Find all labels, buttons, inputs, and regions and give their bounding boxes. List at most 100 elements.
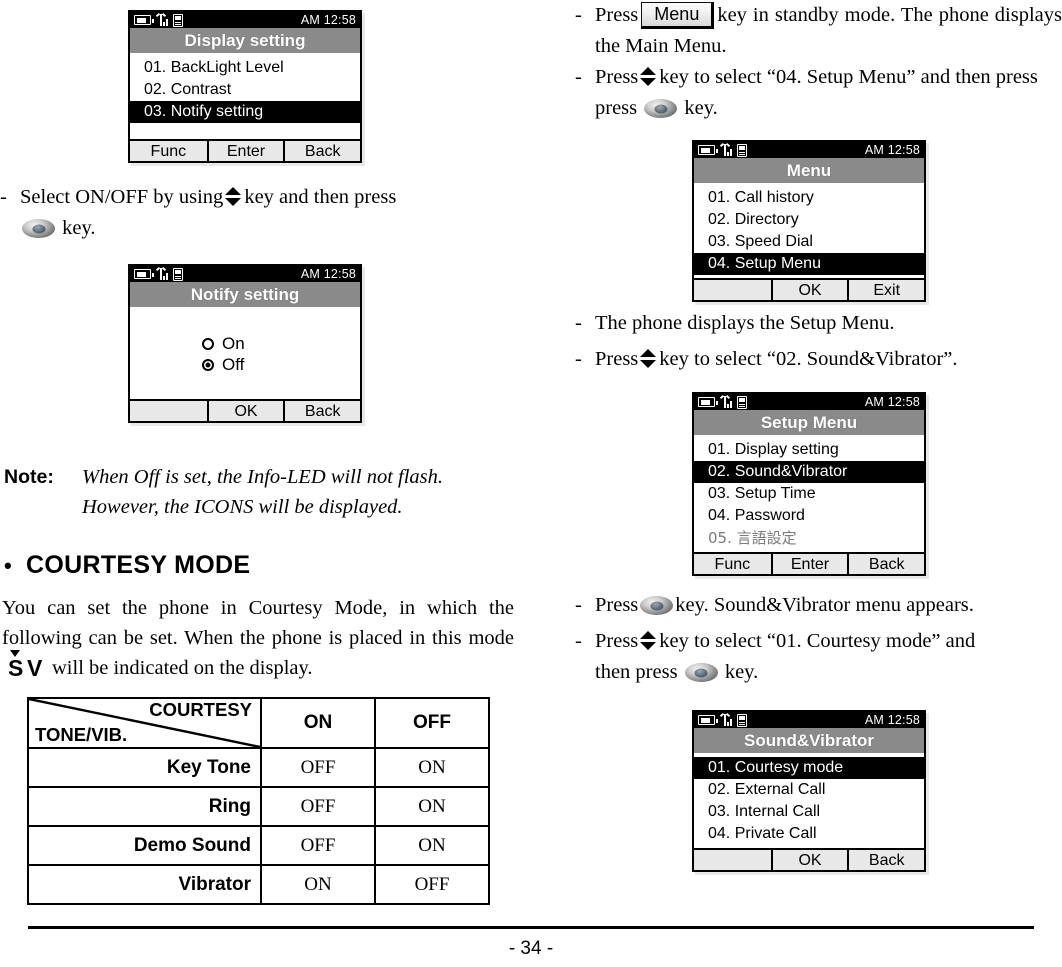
softkey-ok[interactable]: OK	[206, 401, 284, 421]
menu-key-button[interactable]: Menu	[641, 2, 715, 29]
list-item[interactable]: 01. Display setting	[694, 439, 924, 461]
step-press-menu: - Press Menu key in standby mode. The phon…	[575, 0, 1062, 62]
list-item[interactable]: 02. Contrast	[130, 79, 360, 101]
radio-option-off[interactable]: Off	[130, 354, 360, 375]
softkey-ok[interactable]: OK	[770, 280, 848, 300]
right-column: - Press Menu key in standby mode. The phon…	[575, 0, 1062, 910]
list-item[interactable]: 03. Setup Time	[694, 483, 924, 505]
lcd-status-bar: AM 12:58	[694, 712, 924, 728]
table-row: Vibrator ON OFF	[27, 864, 490, 905]
softkey-enter[interactable]: Enter	[206, 141, 284, 161]
section-heading-courtesy-mode: • COURTESY MODE	[4, 551, 250, 580]
table-col-header-off: OFF	[374, 697, 490, 749]
list-item-selected[interactable]: 01. Courtesy mode	[694, 757, 924, 779]
step-text: key.	[724, 661, 759, 683]
lcd-menu-list: 01. Call history 02. Directory 03. Speed…	[694, 183, 924, 278]
footer-divider	[28, 926, 1034, 929]
step-select-courtesy-mode-line2: then press key.	[575, 657, 1062, 688]
ok-key-icon[interactable]	[644, 99, 678, 118]
paragraph-text-b: will be indicated on the display.	[52, 657, 313, 679]
signal-icon	[155, 12, 169, 26]
lcd-menu-list: 01. Display setting 02. Sound&Vibrator 0…	[694, 435, 924, 552]
radio-label: Off	[222, 355, 245, 374]
softkey-empty	[694, 280, 771, 300]
list-item[interactable]: 04. Private Call	[694, 823, 924, 845]
step-text: key.	[62, 217, 96, 239]
signal-icon	[719, 712, 733, 726]
table-row-label: Ring	[27, 786, 262, 827]
radio-option-on[interactable]: On	[130, 333, 360, 354]
note-block: Note: When Off is set, the Info-LED will…	[4, 462, 514, 522]
lcd-clock: AM 12:58	[864, 143, 920, 157]
step-text-partial: key to select “01. Courtesy mode” and	[659, 630, 976, 652]
step-text: Press	[595, 594, 639, 616]
up-down-key-icon[interactable]	[640, 631, 657, 650]
glyph-s: S	[8, 655, 24, 681]
softkey-func[interactable]: Func	[130, 141, 207, 161]
up-down-key-icon[interactable]	[640, 67, 657, 86]
step-text: The phone displays the Setup Menu.	[595, 312, 895, 334]
table-cell: OFF	[260, 786, 376, 827]
lcd-menu-list: 01. BackLight Level 02. Contrast 03. Not…	[130, 53, 360, 139]
softkey-ok[interactable]: OK	[770, 850, 848, 870]
table-header-row: COURTESY TONE/VIB. ON OFF	[27, 697, 490, 749]
softkey-back[interactable]: Back	[847, 554, 924, 574]
step-select-sound-vibrator: - Press key to select “02. Sound&Vibrator…	[575, 344, 1062, 375]
lcd-sound-vibrator: AM 12:58 Sound&Vibrator 01. Courtesy mod…	[692, 710, 926, 872]
up-down-key-icon[interactable]	[225, 187, 242, 206]
step-phone-displays-setup: - The phone displays the Setup Menu.	[575, 308, 1062, 339]
list-item[interactable]: 03. Internal Call	[694, 801, 924, 823]
step-text: key to select “04. Setup Menu” and then …	[659, 66, 1038, 88]
softkey-back[interactable]: Back	[283, 401, 360, 421]
section-paragraph: You can set the phone in Courtesy Mode, …	[2, 593, 514, 683]
step-text: key. Sound&Vibrator menu appears.	[675, 594, 974, 616]
note-body: When Off is set, the Info-LED will not f…	[82, 462, 514, 522]
list-filler	[130, 123, 360, 136]
step-select-setup-menu-line2: Press press key.	[575, 93, 1062, 124]
step-sound-menu-appears: - Press key. Sound&Vibrator menu appears.	[575, 590, 1062, 621]
radio-unchecked-icon	[202, 337, 214, 350]
bullet-icon: •	[4, 552, 13, 578]
lcd-title: Menu	[694, 158, 924, 183]
lcd-softkey-bar: OK Exit	[694, 278, 924, 300]
softkey-func[interactable]: Func	[694, 554, 771, 574]
battery-icon	[698, 145, 718, 155]
lcd-softkey-bar: OK Back	[130, 399, 360, 421]
list-item[interactable]: 04. Password	[694, 505, 924, 527]
signal-icon	[155, 266, 169, 280]
step-text: key and then press	[244, 186, 397, 208]
ok-key-icon[interactable]	[684, 663, 718, 682]
list-item[interactable]: 01. BackLight Level	[130, 57, 360, 79]
step-dash: -	[575, 630, 582, 652]
list-item-selected[interactable]: 02. Sound&Vibrator	[694, 461, 924, 483]
list-item[interactable]: 05. 言語設定	[694, 527, 924, 549]
softkey-enter[interactable]: Enter	[770, 554, 848, 574]
step-select-onoff: - Select ON/OFF by using key and then pre…	[0, 182, 514, 213]
softkey-exit[interactable]: Exit	[847, 280, 924, 300]
list-item[interactable]: 02. External Call	[694, 779, 924, 801]
up-down-key-icon[interactable]	[640, 349, 657, 368]
courtesy-settings-table: COURTESY TONE/VIB. ON OFF Key Tone OFF O…	[27, 697, 490, 905]
lcd-clock: AM 12:58	[300, 13, 356, 27]
step-dash: -	[575, 594, 582, 616]
softkey-back[interactable]: Back	[283, 141, 360, 161]
table-cell: OFF	[260, 747, 376, 788]
list-item-selected[interactable]: 03. Notify setting	[130, 101, 360, 123]
list-item[interactable]: 03. Speed Dial	[694, 231, 924, 253]
softkey-back[interactable]: Back	[847, 850, 924, 870]
battery-icon	[134, 269, 154, 279]
step-text: key to select “02. Sound&Vibrator”.	[659, 348, 958, 370]
step-dash: -	[575, 66, 582, 88]
ok-key-icon[interactable]	[22, 219, 55, 238]
ok-key-icon[interactable]	[640, 596, 674, 615]
table-cell: ON	[374, 825, 490, 866]
list-item-selected[interactable]: 04. Setup Menu	[694, 253, 924, 275]
list-item[interactable]: 01. Call history	[694, 187, 924, 209]
table-col-header-on: ON	[260, 697, 376, 749]
step-text: Press	[595, 4, 639, 26]
note-line-2: However, the ICONS will be displayed.	[82, 496, 403, 518]
list-item[interactable]: 02. Directory	[694, 209, 924, 231]
table-corner-cell: COURTESY TONE/VIB.	[27, 697, 262, 749]
step-select-courtesy-mode: - Press key to select “01. Courtesy mode”…	[575, 626, 1062, 657]
battery-icon	[698, 397, 718, 407]
